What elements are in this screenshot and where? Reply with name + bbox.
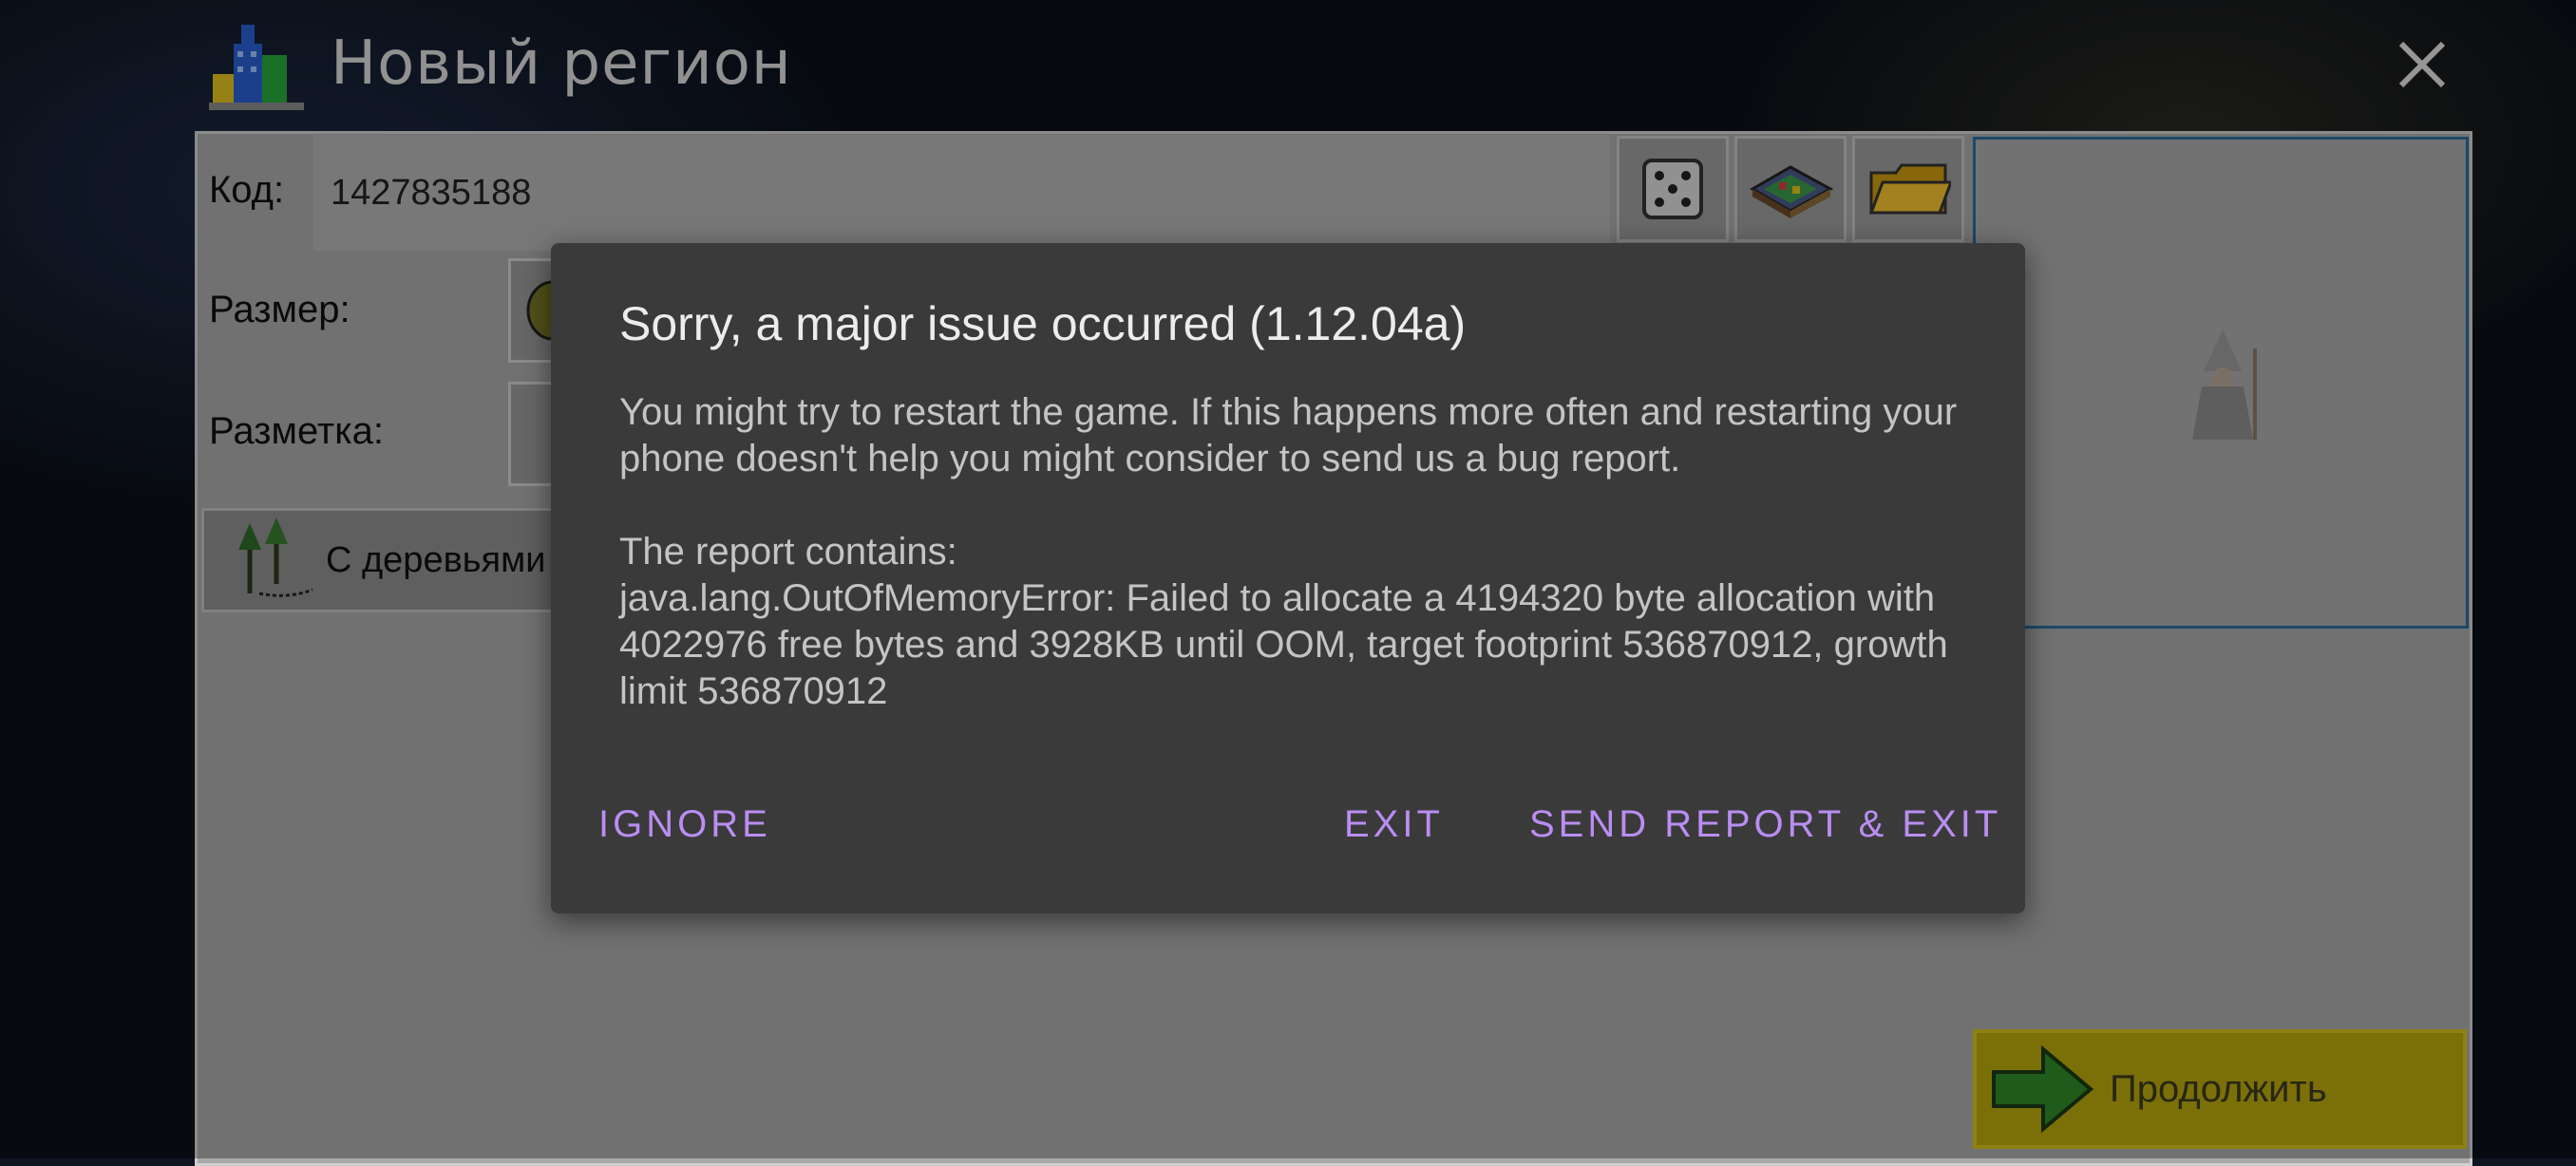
error-dialog: Sorry, a major issue occurred (1.12.04a)…	[551, 243, 2025, 913]
dialog-message: You might try to restart the game. If th…	[619, 391, 1968, 480]
report-text: java.lang.OutOfMemoryError: Failed to al…	[619, 577, 1959, 712]
exit-button[interactable]: EXIT	[1344, 803, 1444, 846]
ignore-button[interactable]: IGNORE	[598, 803, 771, 846]
report-heading: The report contains:	[619, 531, 957, 573]
dialog-title: Sorry, a major issue occurred (1.12.04a)	[619, 297, 1467, 350]
send-report-exit-button[interactable]: SEND REPORT & EXIT	[1529, 803, 2001, 846]
dialog-body: You might try to restart the game. If th…	[619, 389, 1968, 715]
